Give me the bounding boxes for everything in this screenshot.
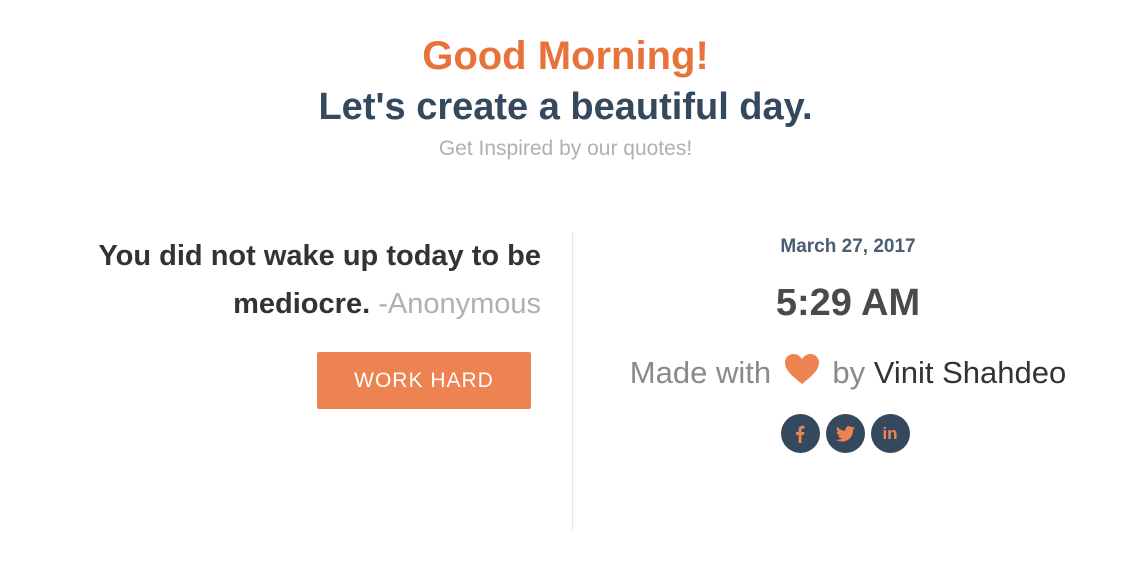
twitter-icon <box>835 425 855 442</box>
quote-author: -Anonymous <box>378 288 541 320</box>
header: Good Morning! Let's create a beautiful d… <box>0 30 1131 166</box>
credit-joiner: by <box>832 355 866 390</box>
credit-line: Made with by Vinit Shahdeo <box>573 352 1123 396</box>
heart-icon <box>784 353 820 396</box>
date-display: March 27, 2017 <box>780 236 916 257</box>
clock-section: March 27, 2017 5:29 AM Made with by Vini… <box>570 232 1123 454</box>
quote-section: You did not wake up today to be mediocre… <box>40 232 541 409</box>
twitter-button[interactable] <box>825 414 865 454</box>
time-display: 5:29 AM <box>775 282 921 324</box>
greeting-title: Good Morning! <box>422 34 709 78</box>
tagline: Let's create a beautiful day. <box>318 86 813 128</box>
linkedin-icon: in <box>882 424 898 444</box>
credit-author: Vinit Shahdeo <box>873 355 1067 390</box>
linkedin-button[interactable]: in <box>870 414 910 454</box>
credit-prefix: Made with <box>629 355 772 390</box>
social-links: in <box>570 414 1120 454</box>
facebook-button[interactable] <box>780 414 820 454</box>
work-hard-button[interactable]: WORK HARD <box>317 352 531 409</box>
quote: You did not wake up today to be mediocre… <box>40 232 541 328</box>
subtitle: Get Inspired by our quotes! <box>438 137 693 160</box>
facebook-icon <box>795 425 805 443</box>
